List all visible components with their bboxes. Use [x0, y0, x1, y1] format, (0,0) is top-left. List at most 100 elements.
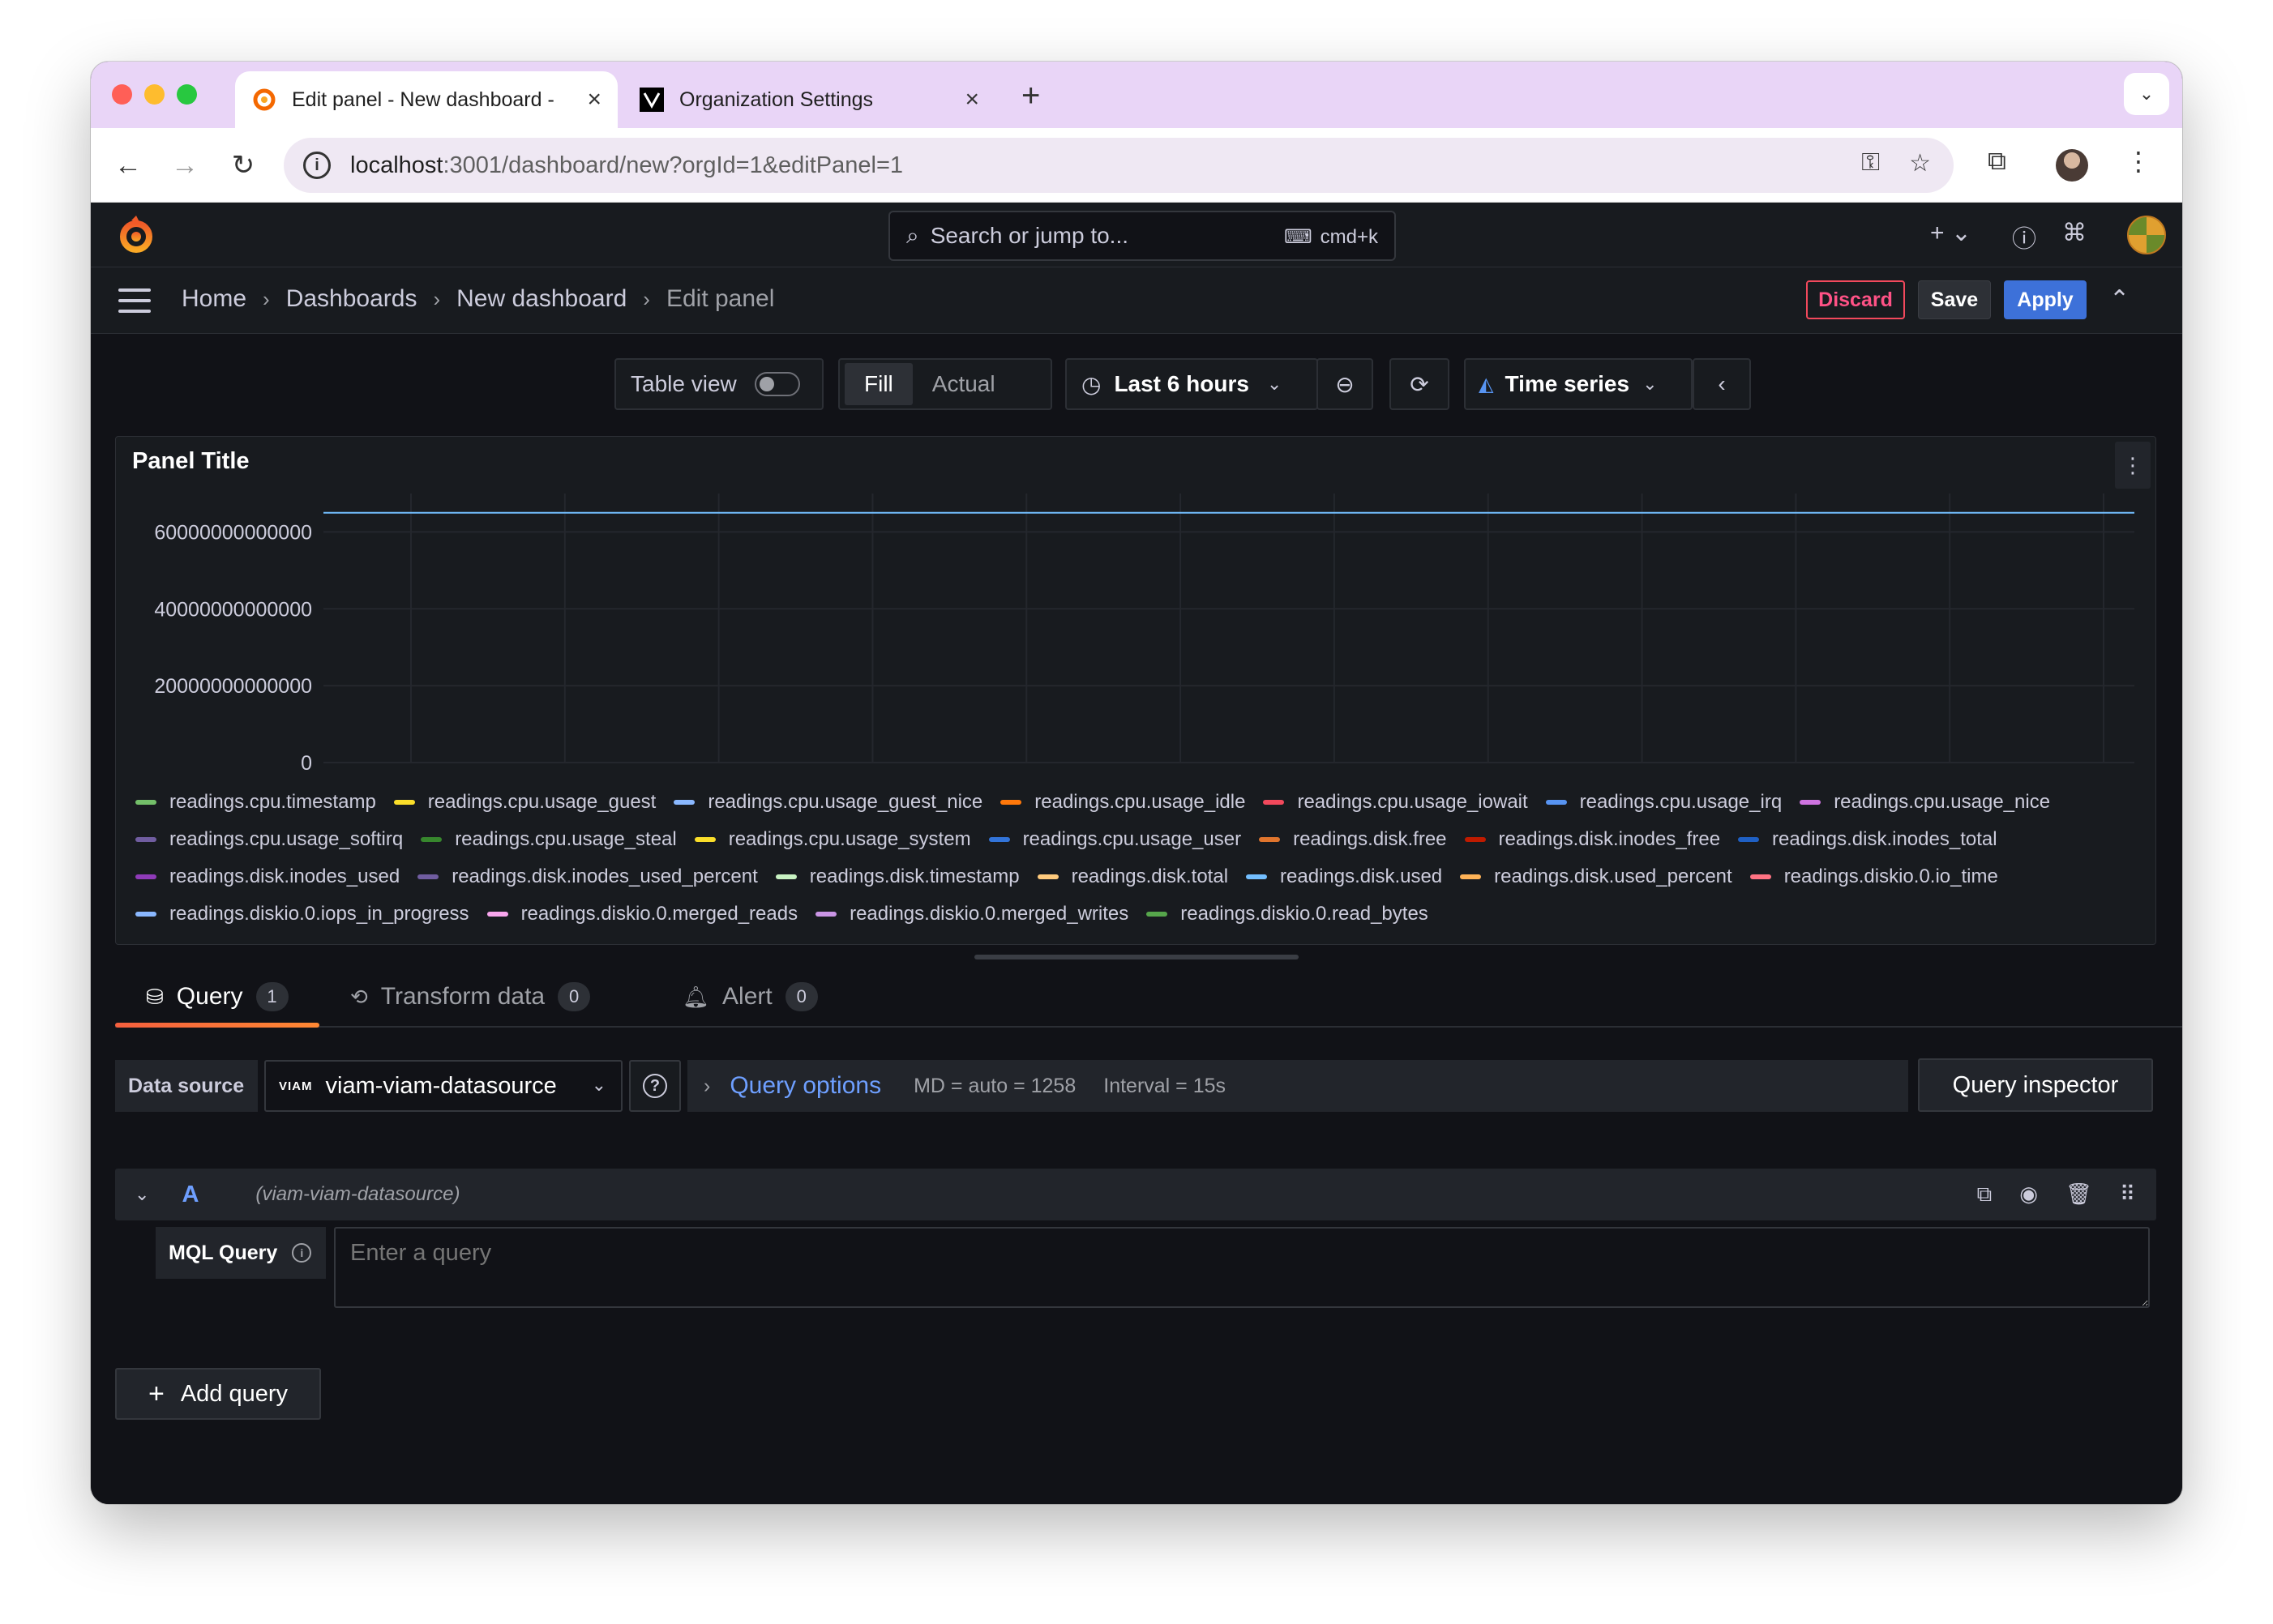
legend-swatch	[417, 874, 439, 879]
legend-item[interactable]: readings.diskio.0.merged_reads	[486, 902, 798, 926]
bookmark-star-icon[interactable]: ☆	[1909, 149, 1931, 177]
forward-arrow-icon[interactable]: →	[165, 146, 204, 185]
legend-item[interactable]: readings.cpu.usage_steal	[421, 827, 677, 852]
legend-item[interactable]: readings.cpu.timestamp	[135, 790, 376, 814]
tab-transform-data[interactable]: ⟲ Transform data 0	[350, 966, 591, 1028]
minimize-window-button[interactable]	[144, 84, 165, 105]
legend-item[interactable]: readings.cpu.usage_guest_nice	[674, 790, 982, 814]
legend-item[interactable]: readings.diskio.0.merged_writes	[815, 902, 1128, 926]
help-icon[interactable]: ⓘ	[2012, 219, 2036, 254]
info-icon[interactable]: i	[292, 1243, 312, 1263]
pane-splitter-handle[interactable]	[974, 955, 1299, 959]
time-range-picker[interactable]: ◷ Last 6 hours ⌄	[1065, 358, 1318, 410]
toggle-switch[interactable]	[754, 372, 800, 396]
legend-label: readings.disk.inodes_free	[1498, 828, 1721, 850]
close-window-button[interactable]	[112, 84, 132, 105]
fill-option[interactable]: Fill	[845, 363, 913, 405]
breadcrumb-new-dashboard[interactable]: New dashboard	[456, 285, 627, 313]
query-options-toggle[interactable]: › Query options MD = auto = 1258 Interva…	[687, 1060, 1908, 1112]
browser-tab-organization-settings[interactable]: Organization Settings ×	[623, 71, 995, 128]
duplicate-query-icon[interactable]: ⧉	[1977, 1182, 1993, 1207]
mql-query-input[interactable]	[334, 1227, 2150, 1308]
table-view-toggle[interactable]: Table view	[614, 358, 824, 410]
time-series-chart: 0 20000000000000 40000000000000 60000000000…	[154, 494, 2134, 775]
user-avatar[interactable]	[2127, 216, 2166, 254]
menu-hamburger-icon[interactable]	[118, 288, 151, 313]
password-key-icon[interactable]: ⚿	[1861, 149, 1880, 177]
discard-button[interactable]: Discard	[1806, 280, 1905, 319]
back-arrow-icon[interactable]: ←	[109, 146, 148, 185]
close-tab-icon[interactable]: ×	[587, 86, 601, 113]
new-plus-icon[interactable]: + ⌄	[1930, 219, 1971, 247]
legend-item[interactable]: readings.cpu.usage_user	[988, 827, 1241, 852]
news-rss-icon[interactable]: ⌘	[2062, 219, 2087, 247]
legend-item[interactable]: readings.cpu.usage_softirq	[135, 827, 403, 852]
legend-item[interactable]: readings.disk.free	[1259, 827, 1447, 852]
question-icon: ?	[643, 1074, 667, 1098]
legend-item[interactable]: readings.cpu.usage_iowait	[1263, 790, 1528, 814]
legend-item[interactable]: readings.disk.total	[1037, 865, 1228, 889]
data-source-select[interactable]: VIAM viam-viam-datasource ⌄	[264, 1060, 623, 1112]
chevron-up-icon[interactable]: ⌃	[2109, 285, 2130, 314]
legend-item[interactable]: readings.cpu.usage_guest	[393, 790, 656, 814]
delete-query-trash-icon[interactable]: 🗑︎	[2065, 1182, 2092, 1207]
tab-title: Edit panel - New dashboard -	[292, 88, 554, 111]
maximize-window-button[interactable]	[177, 84, 197, 105]
refresh-button[interactable]: ⟳	[1389, 358, 1449, 410]
legend-item[interactable]: readings.disk.used	[1246, 865, 1442, 889]
query-ref-id[interactable]: A	[182, 1182, 199, 1208]
legend-swatch	[1464, 837, 1486, 842]
legend-swatch	[1263, 800, 1285, 805]
actual-option[interactable]: Actual	[913, 363, 1015, 405]
chevron-right-icon: ›	[704, 1074, 711, 1097]
legend-item[interactable]: readings.disk.inodes_total	[1738, 827, 1997, 852]
tab-search-chevron-icon[interactable]: ⌄	[2124, 73, 2169, 115]
viam-logo-icon: VIAM	[279, 1079, 313, 1093]
legend-swatch	[674, 800, 696, 805]
apply-button[interactable]: Apply	[2004, 280, 2087, 319]
add-query-button[interactable]: + Add query	[115, 1368, 321, 1420]
legend-item[interactable]: readings.diskio.0.io_time	[1749, 865, 1998, 889]
address-bar[interactable]: i localhost:3001/dashboard/new?orgId=1&e…	[284, 138, 1954, 193]
hide-query-eye-icon[interactable]: ◉	[2019, 1182, 2038, 1207]
legend-item[interactable]: readings.diskio.0.iops_in_progress	[135, 902, 469, 926]
legend-item[interactable]: readings.disk.used_percent	[1460, 865, 1732, 889]
legend-item[interactable]: readings.cpu.usage_nice	[1800, 790, 2050, 814]
legend-item[interactable]: readings.disk.inodes_free	[1464, 827, 1721, 852]
legend-swatch	[421, 837, 443, 842]
extensions-puzzle-icon[interactable]: ⧉	[1988, 146, 2006, 177]
legend-item[interactable]: readings.disk.inodes_used	[135, 865, 400, 889]
legend-item[interactable]: readings.disk.inodes_used_percent	[417, 865, 758, 889]
drag-handle-icon[interactable]: ⠿	[2120, 1182, 2135, 1207]
legend-label: readings.cpu.usage_guest_nice	[708, 791, 983, 813]
legend-item[interactable]: readings.disk.timestamp	[775, 865, 1020, 889]
legend-label: readings.diskio.0.merged_reads	[520, 903, 798, 925]
browser-tab-edit-panel[interactable]: Edit panel - New dashboard - ×	[235, 71, 618, 128]
browser-menu-icon[interactable]: ⋮	[2125, 146, 2151, 177]
query-inspector-button[interactable]: Query inspector	[1918, 1058, 2153, 1112]
legend-item[interactable]: readings.cpu.usage_irq	[1545, 790, 1782, 814]
tab-alert[interactable]: 🔔︎ Alert 0	[683, 966, 818, 1028]
new-tab-icon[interactable]: +	[1021, 78, 1040, 114]
site-info-icon[interactable]: i	[303, 152, 331, 179]
close-tab-icon[interactable]: ×	[965, 86, 979, 113]
legend-item[interactable]: readings.diskio.0.read_bytes	[1146, 902, 1428, 926]
save-button[interactable]: Save	[1918, 280, 1991, 319]
reload-icon[interactable]: ↻	[224, 146, 263, 185]
tab-query[interactable]: ⛁ Query 1	[146, 966, 289, 1028]
visualization-picker[interactable]: ◭ Time series ⌄	[1464, 358, 1693, 410]
breadcrumb-dashboards[interactable]: Dashboards	[286, 285, 417, 313]
collapse-options-button[interactable]: ‹	[1693, 358, 1751, 410]
collapse-chevron-icon[interactable]: ⌄	[135, 1184, 149, 1205]
zoom-out-button[interactable]: ⊖	[1316, 358, 1373, 410]
legend-item[interactable]: readings.cpu.usage_idle	[1000, 790, 1245, 814]
grafana-logo-icon[interactable]	[115, 214, 157, 256]
breadcrumb-home[interactable]: Home	[182, 285, 246, 313]
legend-swatch	[1460, 874, 1482, 879]
legend-item[interactable]: readings.cpu.usage_system	[694, 827, 971, 852]
profile-avatar[interactable]	[2056, 149, 2088, 182]
legend-swatch	[1259, 837, 1281, 842]
data-source-help-button[interactable]: ?	[629, 1060, 681, 1112]
legend-label: readings.disk.inodes_used_percent	[452, 865, 758, 887]
search-input[interactable]: ⌕ Search or jump to... ⌨ cmd+k	[888, 211, 1396, 261]
